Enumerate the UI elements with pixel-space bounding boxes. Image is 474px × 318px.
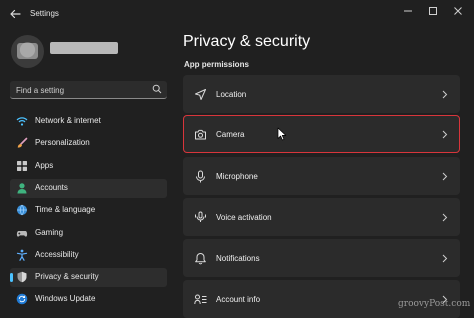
person-icon — [17, 183, 27, 194]
camera-icon — [195, 129, 206, 140]
update-icon — [16, 293, 28, 305]
row-label: Microphone — [216, 172, 258, 181]
search-input[interactable] — [16, 84, 146, 96]
sidebar-item-network[interactable]: Network & internet — [10, 112, 167, 131]
maximize-icon[interactable] — [426, 5, 440, 17]
row-location[interactable]: Location — [183, 75, 460, 113]
sidebar-item-label: Apps — [35, 161, 54, 170]
row-notifications[interactable]: Notifications — [183, 239, 460, 277]
sidebar-item-gaming[interactable]: Gaming — [10, 224, 167, 243]
wifi-icon — [16, 117, 28, 126]
chevron-right-icon — [442, 172, 448, 181]
chevron-right-icon — [442, 213, 448, 222]
sidebar-item-label: Network & internet — [35, 116, 101, 125]
chevron-right-icon — [442, 130, 448, 139]
mouse-cursor-icon — [277, 127, 287, 141]
row-label: Notifications — [216, 254, 260, 263]
sidebar-item-windows-update[interactable]: Windows Update — [10, 290, 167, 309]
back-arrow-icon[interactable] — [8, 7, 22, 21]
voice-activation-icon — [195, 211, 206, 222]
close-icon[interactable] — [451, 5, 465, 17]
section-title: App permissions — [184, 60, 249, 69]
gamepad-icon — [16, 231, 28, 237]
page-title: Privacy & security — [183, 33, 311, 50]
microphone-icon — [196, 170, 205, 183]
row-microphone[interactable]: Microphone — [183, 157, 460, 195]
apps-icon — [17, 161, 27, 171]
row-label: Voice activation — [216, 213, 272, 222]
shield-icon — [17, 271, 27, 283]
sidebar-item-label: Privacy & security — [35, 272, 99, 281]
search-box[interactable] — [10, 81, 167, 99]
sidebar-item-personalization[interactable]: Personalization — [10, 134, 167, 153]
minimize-icon[interactable] — [401, 5, 415, 17]
sidebar-item-accessibility[interactable]: Accessibility — [10, 246, 167, 265]
search-icon[interactable] — [152, 84, 162, 94]
account-info-icon — [194, 294, 207, 305]
sidebar-item-label: Accessibility — [35, 250, 79, 259]
sidebar-item-apps[interactable]: Apps — [10, 157, 167, 176]
watermark: groovyPost.com — [398, 299, 471, 309]
window-title: Settings — [30, 9, 59, 18]
selected-indicator — [10, 273, 13, 282]
sidebar-item-time-language[interactable]: Time & language — [10, 201, 167, 220]
row-camera[interactable]: Camera — [183, 115, 460, 153]
sidebar-item-label: Windows Update — [35, 294, 96, 303]
chevron-right-icon — [442, 90, 448, 99]
brush-icon — [17, 137, 28, 148]
avatar[interactable] — [11, 35, 44, 68]
sidebar-item-accounts[interactable]: Accounts — [10, 179, 167, 198]
row-label: Camera — [216, 130, 245, 139]
row-label: Location — [216, 90, 247, 99]
sidebar-item-label: Accounts — [35, 183, 68, 192]
bell-icon — [195, 253, 206, 265]
sidebar-item-label: Gaming — [35, 228, 64, 237]
sidebar-item-label: Personalization — [35, 138, 90, 147]
chevron-right-icon — [442, 254, 448, 263]
title-bar: Settings — [0, 0, 474, 28]
row-voice-activation[interactable]: Voice activation — [183, 198, 460, 236]
globe-clock-icon — [17, 204, 27, 216]
accessibility-icon — [16, 249, 28, 261]
sidebar-item-label: Time & language — [35, 205, 96, 214]
row-label: Account info — [216, 295, 261, 304]
location-arrow-icon — [195, 89, 206, 100]
sidebar-item-privacy-security[interactable]: Privacy & security — [10, 268, 167, 287]
username-redacted — [50, 42, 118, 54]
